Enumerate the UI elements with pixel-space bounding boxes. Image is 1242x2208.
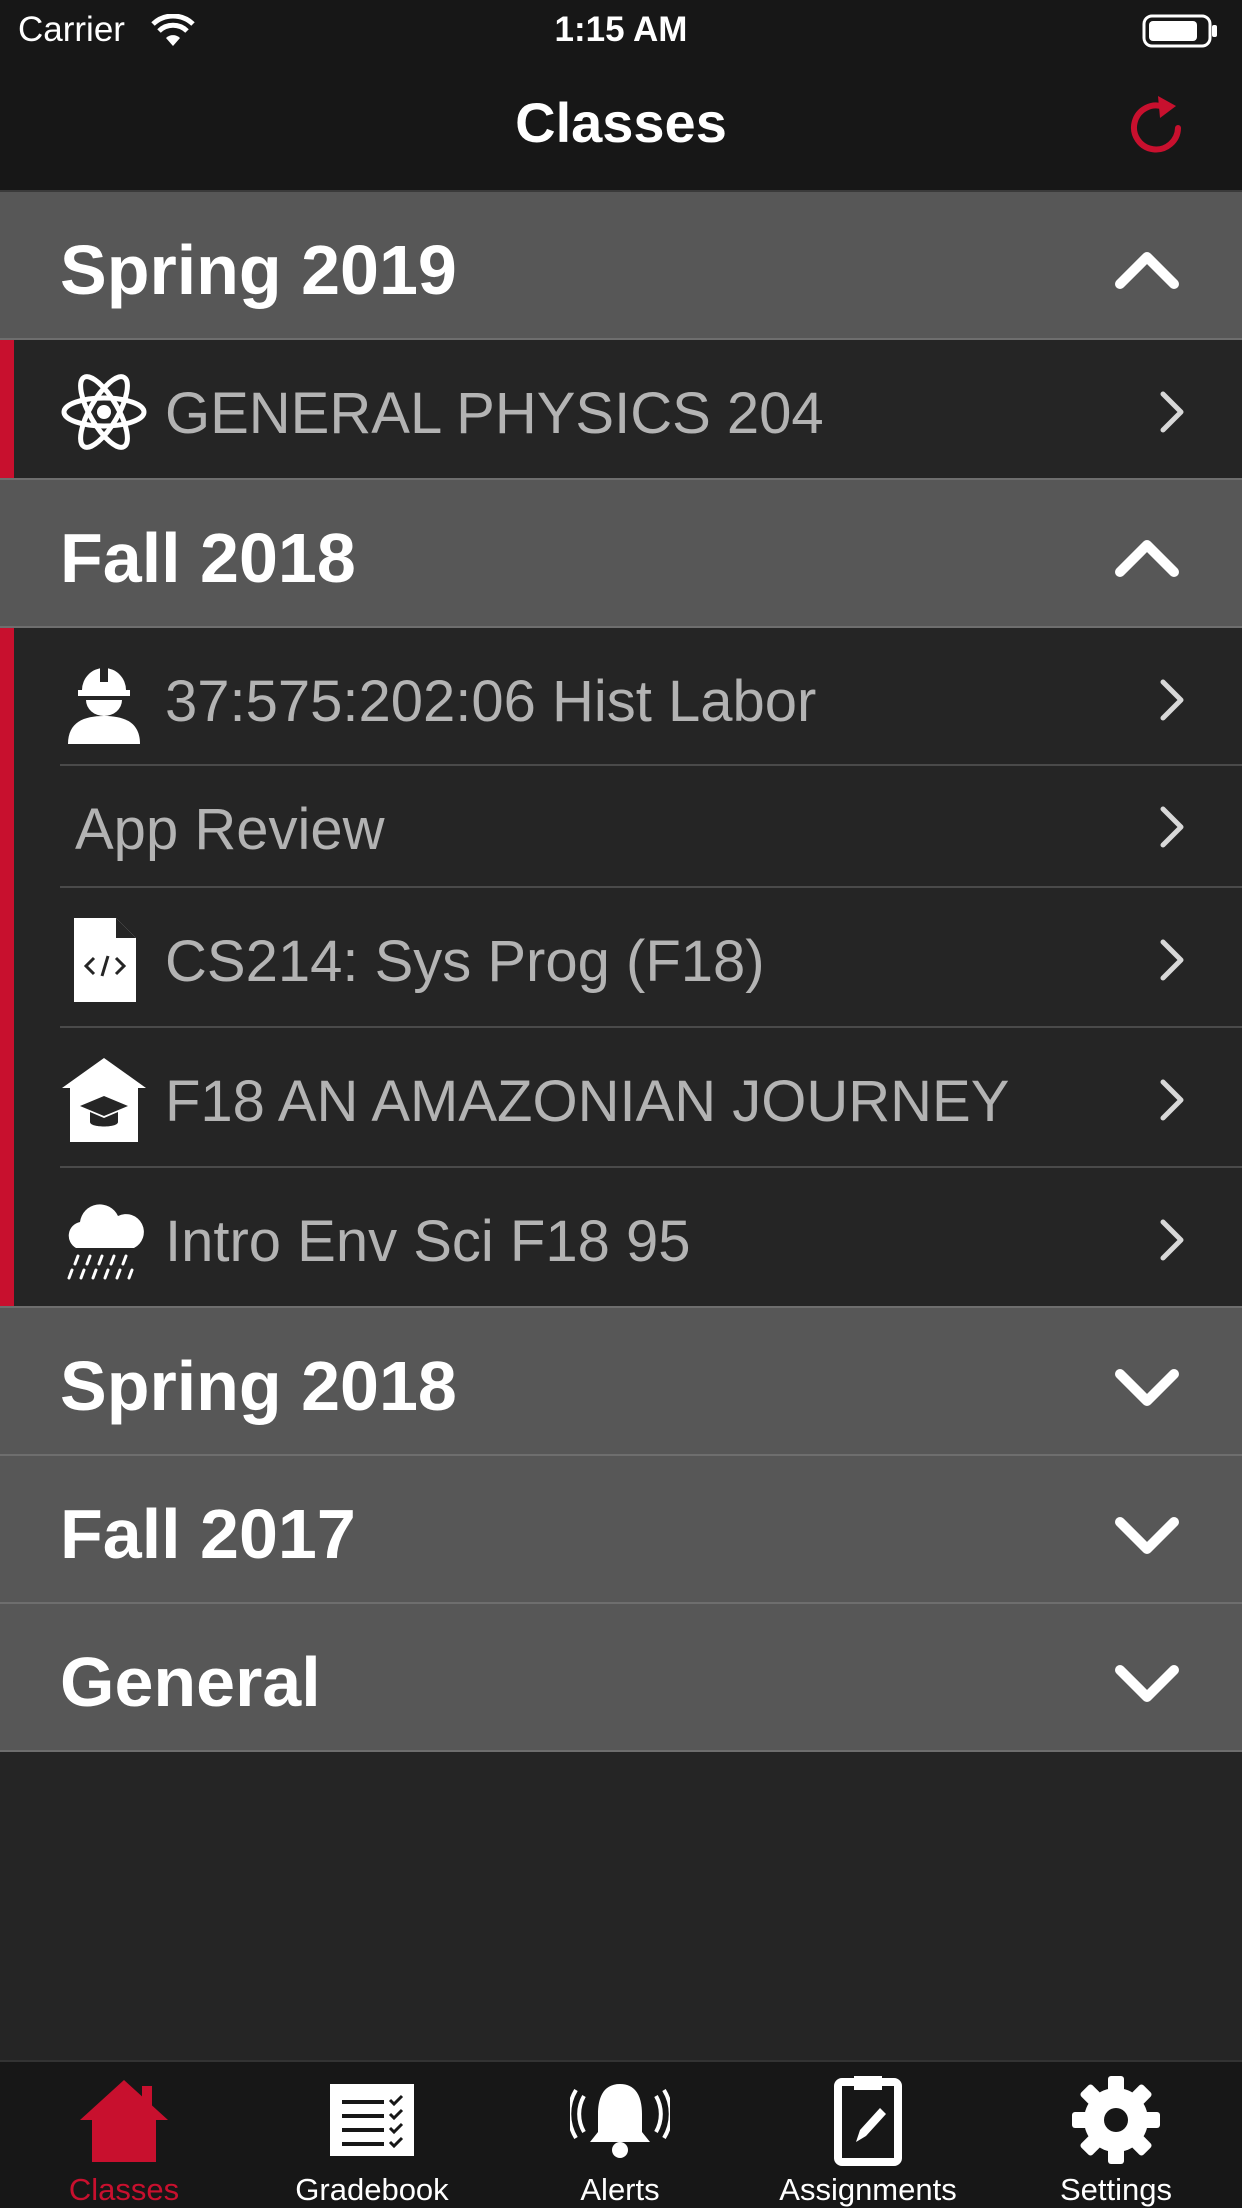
chevron-down-icon: [1115, 1369, 1179, 1406]
section-header-fall-2018[interactable]: Fall 2018: [0, 480, 1242, 628]
class-row-app-review[interactable]: App Review: [0, 766, 1242, 888]
home-icon: [80, 2080, 168, 2162]
class-label: Intro Env Sci F18 95: [165, 1209, 691, 1274]
battery-icon: [1142, 14, 1217, 48]
classes-list: Spring 2019 GENERAL PHYSICS 204 Fall 201…: [0, 192, 1242, 1752]
class-label: App Review: [75, 797, 385, 862]
chevron-right-icon: [1160, 939, 1184, 981]
accent-bar: [0, 628, 14, 766]
class-row-general-physics[interactable]: GENERAL PHYSICS 204: [0, 340, 1242, 480]
chevron-right-icon: [1160, 679, 1184, 721]
chevron-down-icon: [1115, 1665, 1179, 1702]
status-time: 1:15 AM: [554, 10, 688, 49]
section-header-general[interactable]: General: [0, 1604, 1242, 1752]
class-label: F18 AN AMAZONIAN JOURNEY: [165, 1069, 1010, 1134]
chevron-right-icon: [1160, 1219, 1184, 1261]
section-title: Spring 2019: [60, 231, 457, 309]
class-label: CS214: Sys Prog (F18): [165, 929, 765, 994]
section-header-spring-2018[interactable]: Spring 2018: [0, 1308, 1242, 1456]
section-title: Fall 2018: [60, 519, 356, 597]
class-label: 37:575:202:06 Hist Labor: [165, 669, 817, 734]
bell-icon: [570, 2084, 670, 2158]
accent-bar: [0, 766, 14, 888]
gear-icon: [1072, 2076, 1160, 2164]
tab-alerts[interactable]: Alerts: [496, 2062, 744, 2208]
section-header-spring-2019[interactable]: Spring 2019: [0, 192, 1242, 340]
accent-bar: [0, 1028, 14, 1168]
section-title: Fall 2017: [60, 1495, 356, 1573]
accent-bar: [0, 1168, 14, 1308]
tab-label: Alerts: [580, 2172, 660, 2207]
chevron-right-icon: [1160, 1079, 1184, 1121]
code-file-icon: [74, 918, 136, 1002]
class-label: GENERAL PHYSICS 204: [165, 381, 824, 446]
tab-bar: Classes Gradebook Alerts Assignments Set…: [0, 2060, 1242, 2208]
section-header-fall-2017[interactable]: Fall 2017: [0, 1456, 1242, 1604]
tab-label: Gradebook: [295, 2172, 449, 2207]
rain-cloud-icon: [67, 1204, 144, 1280]
tab-label: Assignments: [779, 2172, 957, 2207]
tab-gradebook[interactable]: Gradebook: [248, 2062, 496, 2208]
refresh-icon[interactable]: [1122, 92, 1192, 162]
accent-bar: [0, 340, 14, 480]
gradebook-icon: [330, 2084, 414, 2156]
tab-settings[interactable]: Settings: [992, 2062, 1240, 2208]
chevron-down-icon: [1115, 1517, 1179, 1554]
chevron-right-icon: [1160, 806, 1184, 848]
tab-label: Classes: [68, 2172, 180, 2207]
class-row-hist-labor[interactable]: 37:575:202:06 Hist Labor: [0, 628, 1242, 766]
section-title: General: [60, 1643, 321, 1721]
tab-assignments[interactable]: Assignments: [744, 2062, 992, 2208]
class-row-cs214[interactable]: CS214: Sys Prog (F18): [0, 888, 1242, 1028]
tab-classes[interactable]: Classes: [0, 2062, 248, 2208]
section-title: Spring 2018: [60, 1347, 457, 1425]
class-row-amazonian-journey[interactable]: F18 AN AMAZONIAN JOURNEY: [0, 1028, 1242, 1168]
atom-icon: [61, 374, 147, 450]
chevron-right-icon: [1160, 391, 1184, 433]
nav-bar: Classes: [0, 62, 1242, 192]
worker-icon: [68, 668, 140, 744]
status-bar: Carrier 1:15 AM: [0, 0, 1242, 62]
chevron-up-icon: [1115, 252, 1179, 289]
accent-bar: [0, 888, 14, 1028]
tab-label: Settings: [1059, 2172, 1172, 2207]
page-title: Classes: [515, 91, 727, 154]
graduation-house-icon: [62, 1058, 146, 1142]
chevron-up-icon: [1115, 540, 1179, 577]
class-row-intro-env-sci[interactable]: Intro Env Sci F18 95: [0, 1168, 1242, 1308]
clipboard-icon: [834, 2076, 902, 2166]
